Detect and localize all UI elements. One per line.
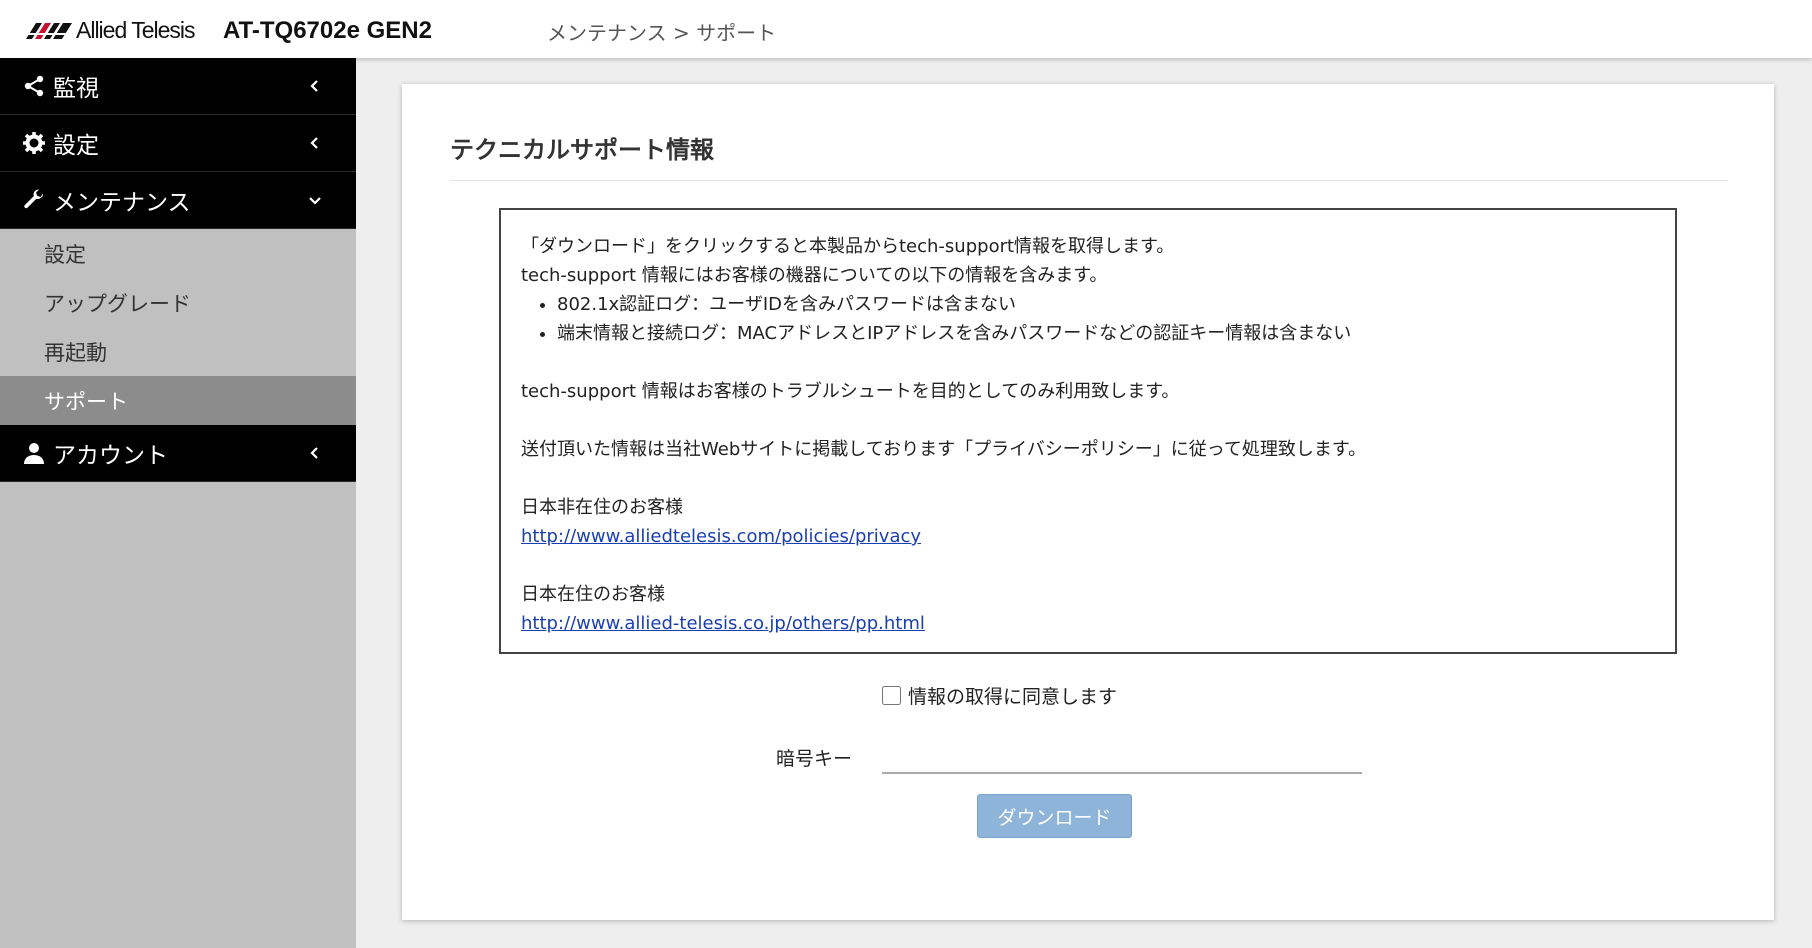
user-icon bbox=[24, 443, 44, 464]
top-header: Allied Telesis AT-TQ6702e GEN2 メンテナンス > … bbox=[0, 0, 1812, 58]
sidebar-subitem-upgrade[interactable]: アップグレード bbox=[0, 278, 356, 327]
encryption-key-input[interactable] bbox=[882, 734, 1362, 774]
agree-checkbox[interactable] bbox=[882, 686, 901, 705]
sidebar: 監視 設定 メンテナンス 設定 アップグレード 再起動 サポート アカウント bbox=[0, 58, 356, 948]
allied-telesis-logo: Allied Telesis bbox=[26, 16, 196, 43]
agree-label: 情報の取得に同意します bbox=[908, 686, 1118, 708]
share-icon bbox=[24, 75, 44, 97]
domestic-privacy-link[interactable]: http://www.allied-telesis.co.jp/others/p… bbox=[521, 613, 925, 634]
sidebar-item-label: アカウント bbox=[53, 443, 168, 469]
notice-line: 「ダウンロード」をクリックすると本製品からtech-support情報を取得しま… bbox=[521, 236, 1175, 257]
sidebar-subitem-support[interactable]: サポート bbox=[0, 376, 356, 425]
notice-line: tech-support 情報にはお客様の機器についての以下の情報を含みます。 bbox=[521, 265, 1108, 286]
notice-purpose: tech-support 情報はお客様のトラブルシュートを目的としてのみ利用致し… bbox=[521, 381, 1180, 402]
overseas-label: 日本非在住のお客様 bbox=[521, 497, 683, 518]
privacy-notice: 「ダウンロード」をクリックすると本製品からtech-support情報を取得しま… bbox=[499, 208, 1677, 654]
gear-icon bbox=[23, 132, 45, 154]
device-name: AT-TQ6702e GEN2 bbox=[223, 17, 432, 44]
chevron-left-icon bbox=[310, 80, 318, 92]
download-button[interactable]: ダウンロード bbox=[977, 794, 1132, 838]
logo-text: Allied Telesis bbox=[76, 16, 196, 43]
chevron-down-icon bbox=[309, 197, 321, 205]
page-title: テクニカルサポート情報 bbox=[450, 136, 714, 164]
sidebar-item-maintenance[interactable]: メンテナンス bbox=[0, 172, 356, 229]
list-item: 端末情報と接続ログ：MACアドレスとIPアドレスを含みパスワードなどの認証キー情… bbox=[557, 319, 1655, 348]
info-list: 802.1x認証ログ：ユーザIDを含みパスワードは含まない 端末情報と接続ログ：… bbox=[557, 290, 1655, 348]
sidebar-item-label: メンテナンス bbox=[53, 190, 191, 216]
overseas-privacy-link[interactable]: http://www.alliedtelesis.com/policies/pr… bbox=[521, 526, 921, 547]
list-item: 802.1x認証ログ：ユーザIDを含みパスワードは含まない bbox=[557, 290, 1655, 319]
domestic-label: 日本在住のお客様 bbox=[521, 584, 665, 605]
sidebar-item-label: 監視 bbox=[53, 76, 99, 102]
sidebar-item-account[interactable]: アカウント bbox=[0, 425, 356, 482]
notice-policy: 送付頂いた情報は当社Webサイトに掲載しております「プライバシーポリシー」に従っ… bbox=[521, 439, 1367, 460]
sidebar-subitem-reboot[interactable]: 再起動 bbox=[0, 327, 356, 376]
sidebar-subitem-settings[interactable]: 設定 bbox=[0, 229, 356, 278]
sidebar-item-monitor[interactable]: 監視 bbox=[0, 58, 356, 115]
support-card: テクニカルサポート情報 「ダウンロード」をクリックすると本製品からtech-su… bbox=[402, 84, 1774, 920]
breadcrumb: メンテナンス > サポート bbox=[547, 21, 777, 45]
agree-option[interactable]: 情報の取得に同意します bbox=[882, 682, 1117, 709]
title-divider bbox=[450, 180, 1728, 181]
logo-mark-icon bbox=[26, 23, 72, 39]
encryption-key-label: 暗号キー bbox=[776, 748, 853, 770]
sidebar-item-label: 設定 bbox=[53, 133, 99, 159]
wrench-icon bbox=[24, 189, 44, 209]
sidebar-item-settings[interactable]: 設定 bbox=[0, 115, 356, 172]
chevron-left-icon bbox=[310, 137, 318, 149]
chevron-left-icon bbox=[310, 447, 318, 459]
